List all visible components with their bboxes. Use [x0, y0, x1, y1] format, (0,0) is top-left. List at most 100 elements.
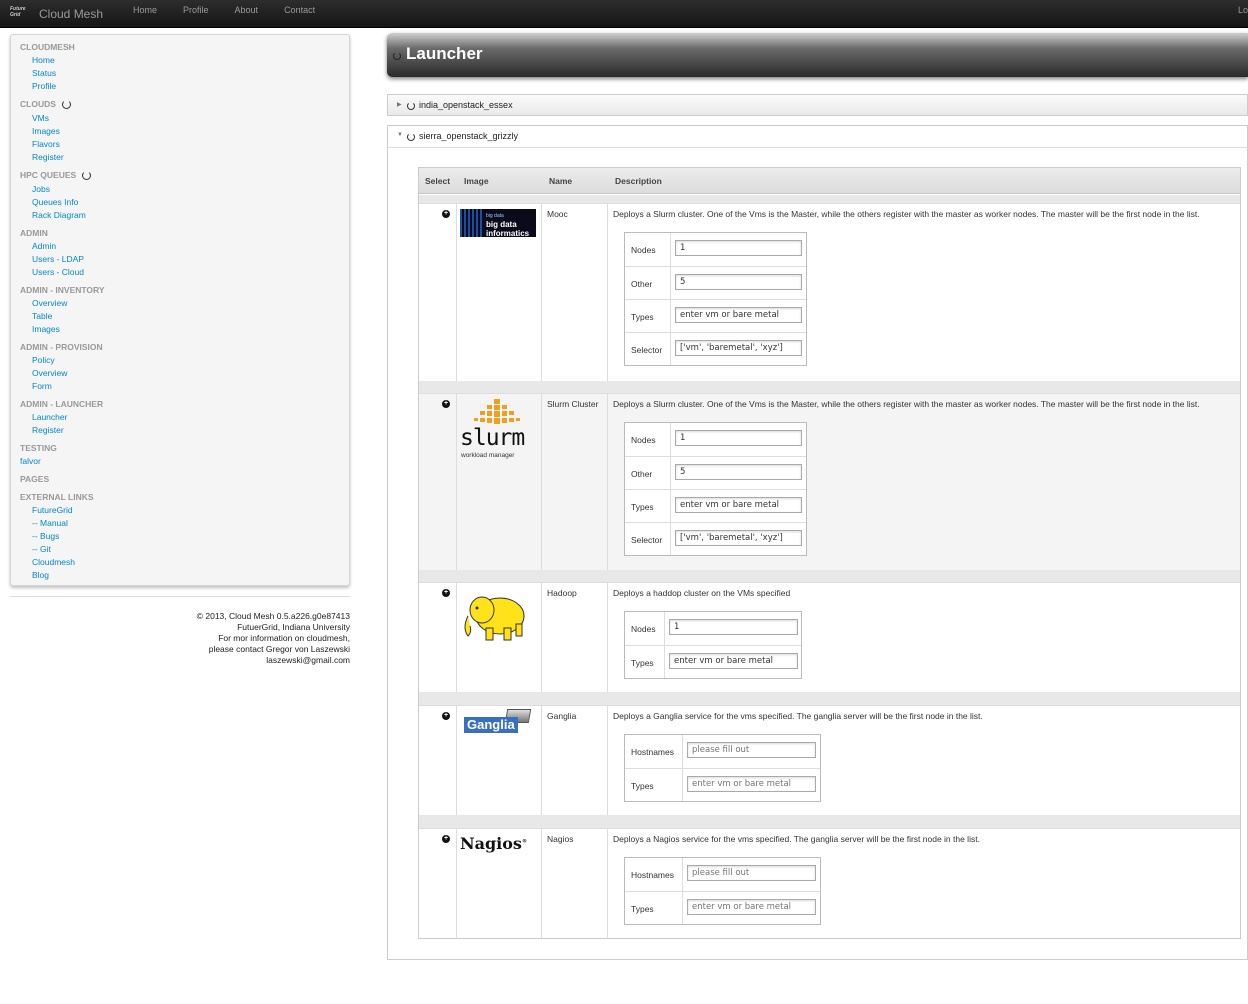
sidebar-item-vms[interactable]: VMs [32, 113, 49, 123]
parameter-form: Hostnames Types [624, 734, 821, 802]
sidebar-item-home[interactable]: Home [32, 55, 55, 65]
accordion-label[interactable]: sierra_openstack_grizzly [419, 131, 518, 141]
sidebar-item-policy[interactable]: Policy [32, 355, 55, 365]
accordion-sierra-openstack-grizzly[interactable]: ▼ sierra_openstack_grizzly [387, 125, 1248, 147]
parameter-form: Hostnames Types [624, 857, 821, 925]
add-icon[interactable]: + [442, 835, 450, 843]
add-icon[interactable]: + [442, 210, 450, 218]
refresh-icon[interactable] [82, 171, 92, 181]
row-description: Deploys a Slurm cluster. One of the Vms … [613, 209, 1200, 219]
hostnames-input[interactable] [687, 742, 816, 758]
sidebar-item-form[interactable]: Form [32, 381, 52, 391]
sidebar-section-external-links: EXTERNAL LINKS [20, 492, 94, 502]
sidebar-item-bugs[interactable]: -- Bugs [32, 531, 59, 541]
nav-contact[interactable]: Contact [271, 0, 328, 22]
nav-home[interactable]: Home [120, 0, 170, 22]
field-label-types: Types [631, 658, 654, 668]
slurm-wordmark: slurm [460, 425, 525, 451]
sidebar-item-provision-overview[interactable]: Overview [32, 368, 67, 378]
ganglia-logo: Ganglia [460, 709, 532, 735]
sidebar-item-futuregrid[interactable]: FutureGrid [32, 505, 73, 515]
hadoop-image [460, 586, 536, 648]
column-header-select[interactable]: Select [425, 176, 450, 186]
sidebar-item-queues-info[interactable]: Queues Info [32, 197, 78, 207]
row-name: Nagios [547, 834, 574, 844]
sidebar-item-launcher[interactable]: Launcher [32, 412, 67, 422]
logo-text: big data informatics [486, 220, 530, 237]
nodes-input[interactable] [669, 619, 798, 635]
sidebar-item-inventory-overview[interactable]: Overview [32, 298, 67, 308]
nav-about[interactable]: About [222, 0, 272, 22]
add-icon[interactable]: + [442, 400, 450, 408]
types-input[interactable] [687, 776, 816, 792]
footer-email[interactable]: laszewski@gmail.com [150, 655, 350, 666]
add-icon[interactable]: + [442, 712, 450, 720]
refresh-icon[interactable] [61, 100, 71, 110]
sidebar-item-flavors[interactable]: Flavors [32, 139, 60, 149]
caret-right-icon[interactable]: ▶ [397, 101, 402, 108]
sidebar-item-blog[interactable]: Blog [32, 570, 49, 580]
refresh-icon[interactable] [393, 52, 401, 60]
sidebar-item-rack-diagram[interactable]: Rack Diagram [32, 210, 86, 220]
accordion-label[interactable]: india_openstack_essex [419, 100, 513, 110]
sidebar-item-jobs[interactable]: Jobs [32, 184, 50, 194]
brand[interactable]: Future Grid Cloud Mesh [10, 4, 103, 24]
add-icon[interactable]: + [442, 589, 450, 597]
sidebar-item-register[interactable]: Register [32, 152, 64, 162]
other-input[interactable] [675, 464, 802, 480]
nodes-input[interactable] [675, 240, 802, 256]
column-header-description[interactable]: Description [615, 176, 662, 186]
sidebar-item-admin[interactable]: Admin [32, 241, 56, 251]
divider [10, 596, 350, 597]
row-spacer [419, 570, 1240, 582]
selector-input[interactable] [675, 340, 802, 356]
row-spacer [419, 815, 1240, 828]
sidebar-item-images[interactable]: Images [32, 126, 60, 136]
sidebar-item-users-cloud[interactable]: Users - Cloud [32, 267, 84, 277]
sidebar-item-users-ldap[interactable]: Users - LDAP [32, 254, 84, 264]
refresh-icon[interactable] [407, 102, 415, 110]
field-label-hostnames: Hostnames [631, 747, 674, 757]
brand-name[interactable]: Cloud Mesh [39, 7, 103, 21]
field-label-nodes: Nodes [631, 435, 656, 445]
types-input[interactable] [675, 307, 802, 323]
futuregrid-logo: Future Grid [10, 6, 26, 18]
nav-profile[interactable]: Profile [170, 0, 222, 22]
sidebar-item-status[interactable]: Status [32, 68, 56, 78]
slurm-image: slurm workload manager [460, 397, 536, 465]
accordion-india-openstack-essex[interactable]: ▶ india_openstack_essex [387, 94, 1248, 116]
row-name: Mooc [547, 209, 568, 219]
selector-input[interactable] [675, 530, 802, 546]
field-label-other: Other [631, 469, 653, 479]
table-row: + big data big data informatics Mooc Dep… [419, 203, 1240, 381]
row-name: Ganglia [547, 711, 577, 721]
types-input[interactable] [669, 653, 798, 669]
column-header-image[interactable]: Image [464, 176, 489, 186]
nodes-input[interactable] [675, 430, 802, 446]
hostnames-input[interactable] [687, 865, 816, 881]
sidebar-item-launcher-register[interactable]: Register [32, 425, 64, 435]
field-label-hostnames: Hostnames [631, 870, 674, 880]
sidebar-item-profile[interactable]: Profile [32, 81, 56, 91]
sidebar-item-falvor[interactable]: falvor [20, 456, 41, 466]
sidebar-item-cloudmesh[interactable]: Cloudmesh [32, 557, 75, 567]
column-header-name[interactable]: Name [549, 176, 572, 186]
sidebar-item-git[interactable]: -- Git [32, 544, 51, 554]
refresh-icon[interactable] [407, 133, 415, 141]
ganglia-image: Ganglia [460, 709, 536, 735]
field-label-other: Other [631, 279, 653, 289]
types-input[interactable] [675, 497, 802, 513]
field-label-selector: Selector [631, 345, 663, 355]
table-row: + Ganglia Ganglia Deploys a Ganglia serv… [419, 705, 1240, 815]
sidebar-item-inventory-table[interactable]: Table [32, 311, 52, 321]
sidebar-item-inventory-images[interactable]: Images [32, 324, 60, 334]
other-input[interactable] [675, 274, 802, 290]
parameter-form: Nodes Other Types Selector [624, 422, 807, 556]
caret-down-icon[interactable]: ▼ [397, 132, 403, 138]
field-label-nodes: Nodes [631, 245, 656, 255]
types-input[interactable] [687, 899, 816, 915]
row-name: Slurm Cluster [547, 399, 599, 409]
sidebar-item-manual[interactable]: -- Manual [32, 518, 68, 528]
field-label-types: Types [631, 312, 654, 322]
login-link[interactable]: Lo [1238, 5, 1248, 15]
